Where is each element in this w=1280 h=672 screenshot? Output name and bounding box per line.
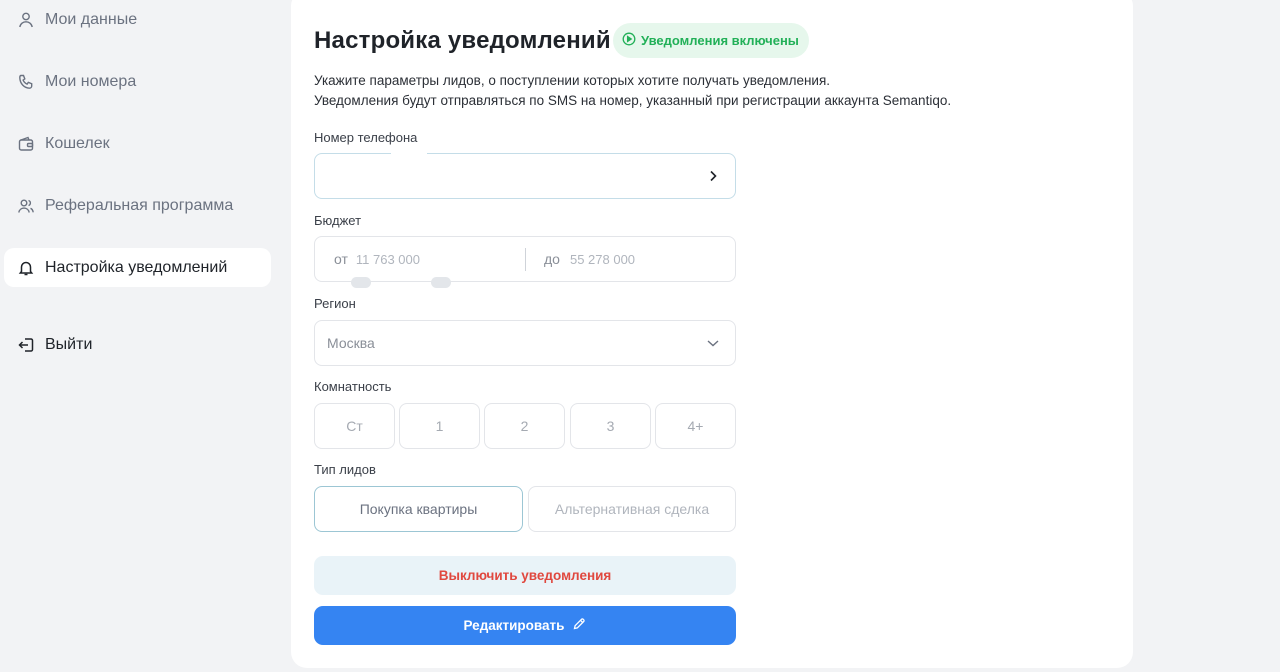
room-option-4-plus[interactable]: 4+	[655, 403, 736, 449]
budget-divider	[525, 248, 526, 271]
sidebar-item-label: Реферальная программа	[45, 196, 234, 214]
rooms-label: Комнатность	[314, 379, 392, 394]
lead-type-label: Тип лидов	[314, 462, 376, 477]
lead-type-alternative[interactable]: Альтернативная сделка	[528, 486, 736, 532]
disable-notifications-button[interactable]: Выключить уведомления	[314, 556, 736, 595]
region-select[interactable]: Москва	[314, 320, 736, 366]
sidebar-item-notifications[interactable]: Настройка уведомлений	[4, 248, 271, 287]
room-option-1[interactable]: 1	[399, 403, 480, 449]
disable-notifications-label: Выключить уведомления	[438, 568, 612, 583]
room-option-2[interactable]: 2	[484, 403, 565, 449]
logout-button[interactable]: Выйти	[4, 325, 271, 364]
sidebar-item-referral[interactable]: Реферальная программа	[4, 186, 271, 225]
sidebar-item-label: Настройка уведомлений	[45, 258, 228, 276]
bell-icon	[17, 259, 35, 277]
field-divider	[391, 152, 427, 156]
phone-label: Номер телефона	[314, 130, 418, 145]
budget-slider-max-handle[interactable]	[431, 277, 451, 288]
region-value: Москва	[327, 335, 375, 351]
edit-button-label: Редактировать	[463, 618, 565, 633]
sidebar-item-my-numbers[interactable]: Мои номера	[4, 62, 271, 101]
description-line-2: Уведомления будут отправляться по SMS на…	[314, 92, 952, 108]
status-badge-label: Уведомления включены	[641, 33, 799, 48]
budget-slider-min-handle[interactable]	[351, 277, 371, 288]
sidebar: Мои данные Мои номера Кошелек Реферальна…	[0, 0, 275, 672]
budget-field: от 11 763 000 до 55 278 000	[314, 236, 736, 282]
description: Укажите параметры лидов, о поступлении к…	[314, 71, 951, 110]
sidebar-item-label: Мои номера	[45, 72, 137, 90]
page-title: Настройка уведомлений	[314, 27, 611, 54]
play-circle-icon	[622, 32, 636, 49]
budget-to-prefix: до	[544, 251, 560, 267]
phone-select[interactable]	[314, 152, 736, 199]
lead-type-purchase[interactable]: Покупка квартиры	[314, 486, 523, 532]
budget-label: Бюджет	[314, 213, 362, 228]
budget-from-value: 11 763 000	[355, 251, 420, 267]
status-badge: Уведомления включены	[613, 23, 809, 58]
chevron-right-icon	[705, 168, 721, 184]
user-icon	[17, 11, 35, 29]
budget-to-input[interactable]: до 55 278 000	[544, 237, 635, 281]
pencil-icon	[572, 617, 586, 634]
sidebar-item-my-data[interactable]: Мои данные	[4, 0, 271, 39]
sidebar-item-label: Кошелек	[45, 134, 110, 152]
edit-button[interactable]: Редактировать	[314, 606, 736, 645]
budget-from-input[interactable]: от 11 763 000	[334, 237, 420, 281]
users-icon	[17, 197, 35, 215]
wallet-icon	[17, 135, 35, 153]
phone-icon	[17, 73, 35, 91]
room-option-3[interactable]: 3	[570, 403, 651, 449]
logout-label: Выйти	[45, 335, 93, 353]
sidebar-item-label: Мои данные	[45, 10, 138, 28]
budget-from-prefix: от	[334, 251, 348, 267]
logout-icon	[17, 336, 35, 354]
sidebar-item-wallet[interactable]: Кошелек	[4, 124, 271, 163]
budget-to-value: 55 278 000	[569, 251, 636, 267]
region-label: Регион	[314, 296, 356, 311]
chevron-down-icon	[705, 335, 721, 351]
room-option-studio[interactable]: Ст	[314, 403, 395, 449]
description-line-1: Укажите параметры лидов, о поступлении к…	[314, 73, 831, 88]
